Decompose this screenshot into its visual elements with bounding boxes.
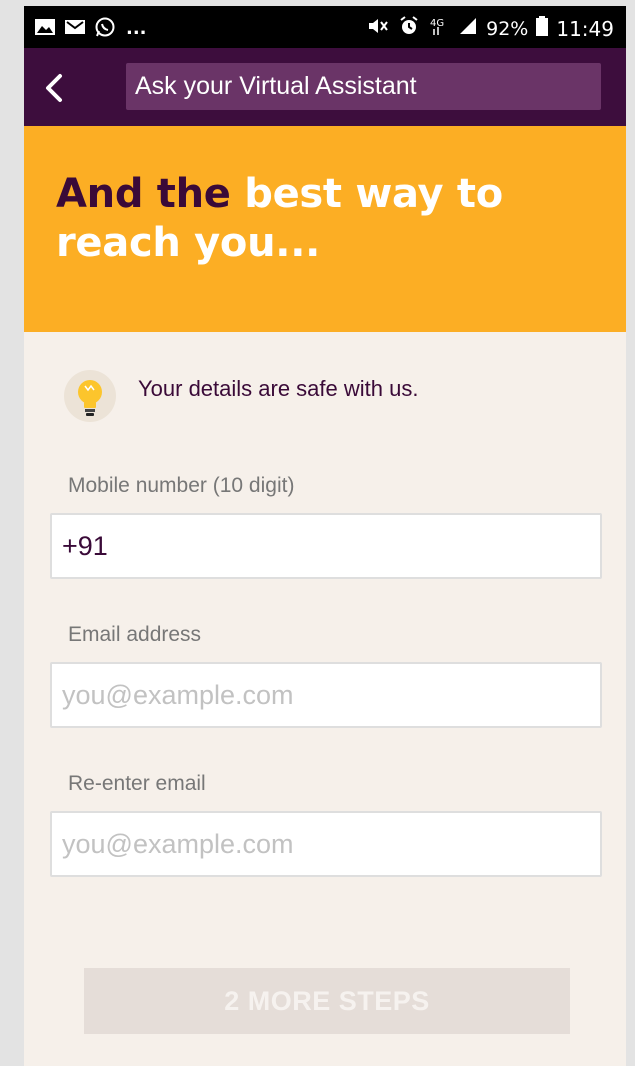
lightbulb-icon: [64, 370, 116, 422]
page-title-dark: And the: [56, 171, 245, 217]
mobile-number-input[interactable]: [50, 513, 602, 579]
chevron-left-icon: [46, 74, 62, 102]
mobile-number-label: Mobile number (10 digit): [68, 474, 295, 497]
network-4g-icon: 4G: [428, 15, 450, 42]
back-button[interactable]: [38, 68, 74, 108]
battery-icon: [536, 16, 549, 41]
mute-icon: [366, 16, 390, 41]
email-input[interactable]: [50, 662, 602, 728]
whatsapp-icon: [94, 16, 116, 42]
clock: 11:49: [556, 16, 614, 41]
email-label: Email address: [68, 623, 202, 646]
app-bar: Ask your Virtual Assistant: [24, 48, 626, 126]
safe-note-text: Your details are safe with us.: [138, 376, 419, 401]
reenter-email-input[interactable]: [50, 811, 602, 877]
gallery-icon: [34, 18, 56, 40]
more-notifications-indicator: ...: [126, 18, 147, 39]
hero-banner: And the best way to reach you...: [24, 126, 626, 332]
status-bar: ... 4G 92% 11:49: [24, 6, 626, 48]
mail-icon: [64, 18, 86, 40]
network-type-label: 4G: [430, 18, 444, 29]
page-title: And the best way to reach you...: [56, 170, 596, 268]
status-system: 4G 92% 11:49: [366, 15, 614, 42]
next-steps-button[interactable]: 2 MORE STEPS: [84, 968, 570, 1034]
signal-icon: [458, 16, 478, 41]
alarm-icon: [398, 15, 420, 42]
battery-level: 92%: [486, 17, 529, 40]
reenter-email-label: Re-enter email: [68, 772, 206, 795]
status-notifications: ...: [34, 16, 147, 42]
search-box-text: Ask your Virtual Assistant: [135, 72, 417, 100]
virtual-assistant-search[interactable]: Ask your Virtual Assistant: [126, 63, 601, 110]
phone-screen: ... 4G 92% 11:49 Ask your Virtual Assist…: [24, 6, 626, 1066]
